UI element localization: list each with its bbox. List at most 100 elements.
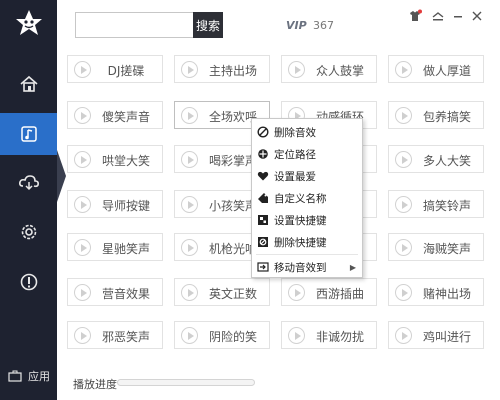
sound-button[interactable]: 赌神出场 bbox=[388, 278, 484, 306]
menu-item-set-favorite[interactable]: 设置最爱 bbox=[252, 165, 362, 187]
sound-label: 傻笑声音 bbox=[101, 110, 150, 124]
menu-item-label: 设置快捷键 bbox=[274, 214, 327, 227]
sound-button[interactable]: 众人鼓掌 bbox=[281, 55, 377, 83]
menu-item-label: 定位路径 bbox=[274, 148, 316, 161]
sound-button[interactable]: 西游插曲 bbox=[281, 278, 377, 306]
close-button[interactable] bbox=[470, 9, 484, 23]
crosshair-icon bbox=[257, 148, 269, 160]
play-icon bbox=[181, 327, 198, 344]
sound-button[interactable]: 主持出场 bbox=[174, 55, 270, 83]
ban-icon bbox=[257, 126, 269, 138]
sound-button[interactable]: 邪恶笑声 bbox=[67, 321, 163, 349]
sound-button[interactable]: DJ搓碟 bbox=[67, 55, 163, 83]
play-icon bbox=[74, 327, 91, 344]
heart-icon bbox=[257, 170, 269, 182]
apps-label: 应用 bbox=[28, 370, 50, 383]
sound-button[interactable]: 非诚勿扰 bbox=[281, 321, 377, 349]
menu-item-delete-sound[interactable]: 删除音效 bbox=[252, 121, 362, 143]
sidebar: 应用 bbox=[0, 0, 57, 400]
sound-button[interactable]: 营音效果 bbox=[67, 278, 163, 306]
vip-count: 367 bbox=[313, 19, 334, 32]
progress-label: 播放进度 bbox=[73, 378, 117, 391]
menu-separator bbox=[256, 254, 358, 255]
sound-button[interactable]: 哄堂大笑 bbox=[67, 145, 163, 173]
sound-label: 海贼笑声 bbox=[422, 242, 471, 256]
menu-item-custom-name[interactable]: 自定义名称 bbox=[252, 187, 362, 209]
move-icon bbox=[257, 261, 269, 273]
sidebar-item-notice[interactable] bbox=[0, 262, 57, 302]
sound-button[interactable]: 阴险的笑 bbox=[174, 321, 270, 349]
tshirt-skin-button[interactable] bbox=[408, 9, 422, 23]
sound-label: 多人大笑 bbox=[422, 154, 471, 168]
play-icon bbox=[395, 284, 412, 301]
menu-item-set-shortcut[interactable]: 设置快捷键 bbox=[252, 209, 362, 231]
menu-button[interactable] bbox=[431, 9, 445, 23]
play-icon bbox=[395, 196, 412, 213]
sidebar-item-cloud[interactable] bbox=[0, 162, 57, 202]
play-icon bbox=[181, 239, 198, 256]
vip-logo: VIP bbox=[285, 16, 311, 35]
play-icon bbox=[74, 284, 91, 301]
sidebar-item-home[interactable] bbox=[0, 64, 57, 104]
sound-button[interactable]: 包养搞笑 bbox=[388, 101, 484, 129]
play-icon bbox=[74, 196, 91, 213]
playback-progress-bar[interactable] bbox=[117, 379, 255, 386]
play-icon bbox=[74, 107, 91, 124]
play-icon bbox=[288, 61, 305, 78]
play-icon bbox=[395, 61, 412, 78]
play-icon bbox=[74, 239, 91, 256]
sound-button[interactable]: 傻笑声音 bbox=[67, 101, 163, 129]
sound-label: 主持出场 bbox=[208, 64, 257, 78]
play-icon bbox=[74, 61, 91, 78]
sound-button[interactable]: 鸡叫进行 bbox=[388, 321, 484, 349]
play-icon bbox=[74, 151, 91, 168]
sound-button[interactable]: 英文正数 bbox=[174, 278, 270, 306]
minimize-button[interactable] bbox=[451, 9, 465, 23]
sound-label: 非诚勿扰 bbox=[315, 330, 364, 344]
search-input[interactable] bbox=[75, 12, 195, 38]
menu-item-label: 设置最爱 bbox=[274, 170, 316, 183]
sound-label: 搞笑铃声 bbox=[422, 199, 471, 213]
play-icon bbox=[181, 107, 198, 124]
sound-button[interactable]: 多人大笑 bbox=[388, 145, 484, 173]
tshirt-icon bbox=[410, 9, 422, 21]
sound-button[interactable]: 搞笑铃声 bbox=[388, 190, 484, 218]
sidebar-collapse-arrow[interactable] bbox=[57, 150, 66, 202]
menu-item-label: 删除快捷键 bbox=[274, 236, 327, 249]
tag-icon bbox=[257, 192, 269, 204]
play-icon bbox=[181, 284, 198, 301]
play-icon bbox=[288, 284, 305, 301]
remove-shortcut-icon bbox=[257, 236, 269, 248]
play-icon bbox=[395, 107, 412, 124]
briefcase-icon bbox=[8, 370, 22, 382]
menu-item-label: 移动音效到 bbox=[274, 261, 327, 274]
sound-button[interactable]: 星驰笑声 bbox=[67, 233, 163, 261]
exclamation-circle-icon bbox=[20, 273, 37, 291]
cloud-icon bbox=[18, 175, 39, 191]
sidebar-item-sound-effects[interactable] bbox=[0, 113, 57, 155]
submenu-arrow-icon: ▶ bbox=[349, 262, 356, 272]
menu-item-label: 删除音效 bbox=[274, 126, 316, 139]
minimize-icon bbox=[454, 16, 462, 18]
sound-label: 鸡叫进行 bbox=[422, 330, 471, 344]
sound-button[interactable]: 海贼笑声 bbox=[388, 233, 484, 261]
sound-label: 做人厚道 bbox=[422, 64, 471, 78]
sound-button[interactable]: 导师按键 bbox=[67, 190, 163, 218]
sound-label: 阴险的笑 bbox=[208, 330, 257, 344]
sound-label: 邪恶笑声 bbox=[101, 330, 150, 344]
play-icon bbox=[395, 239, 412, 256]
sound-label: DJ搓碟 bbox=[107, 64, 145, 78]
apps-button[interactable]: 应用 bbox=[8, 368, 50, 384]
menu-item-delete-shortcut[interactable]: 删除快捷键 bbox=[252, 231, 362, 253]
context-menu: 删除音效 定位路径 设置最爱 自定义名称 设置快捷键 删除快捷键 移动音效到 ▶ bbox=[251, 118, 363, 278]
menu-item-label: 自定义名称 bbox=[274, 192, 327, 205]
music-note-icon bbox=[20, 126, 37, 142]
search-button[interactable]: 搜索 bbox=[193, 12, 223, 38]
sound-label: 西游插曲 bbox=[315, 287, 364, 301]
menu-item-move-sound[interactable]: 移动音效到 ▶ bbox=[252, 256, 362, 278]
sound-button[interactable]: 做人厚道 bbox=[388, 55, 484, 83]
sound-label: 众人鼓掌 bbox=[315, 64, 364, 78]
sound-label: 包养搞笑 bbox=[422, 110, 471, 124]
menu-item-locate-path[interactable]: 定位路径 bbox=[252, 143, 362, 165]
sidebar-item-settings[interactable] bbox=[0, 212, 57, 252]
